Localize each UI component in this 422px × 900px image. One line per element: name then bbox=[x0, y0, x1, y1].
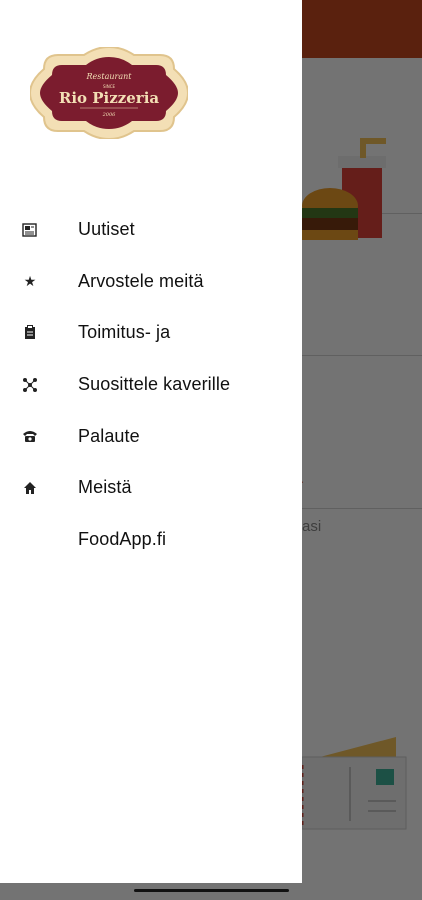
share-icon bbox=[22, 377, 38, 393]
menu-item-arvostele[interactable]: ★ Arvostele meitä bbox=[0, 256, 302, 308]
menu-item-label: Uutiset bbox=[78, 219, 135, 240]
newspaper-icon bbox=[22, 222, 38, 238]
home-indicator[interactable] bbox=[134, 889, 289, 892]
menu-item-label: Palaute bbox=[78, 425, 140, 446]
menu-item-uutiset[interactable]: Uutiset bbox=[0, 204, 302, 256]
menu-item-label: FoodApp.fi bbox=[78, 528, 167, 549]
drawer-menu: Uutiset ★ Arvostele meitä Toimitus- ja S… bbox=[0, 204, 302, 565]
menu-item-label: Meistä bbox=[78, 477, 132, 498]
menu-item-suosittele[interactable]: Suosittele kaverille bbox=[0, 359, 302, 411]
rio-pizzeria-logo: Restaurant SINCE Rio Pizzeria 2006 bbox=[30, 47, 188, 139]
star-icon: ★ bbox=[23, 272, 37, 289]
navigation-drawer: Restaurant SINCE Rio Pizzeria 2006 Uutis… bbox=[0, 0, 302, 883]
menu-item-label: Toimitus- ja bbox=[78, 322, 171, 343]
logo-restaurant-text: Restaurant bbox=[86, 72, 133, 81]
menu-item-label: Suosittele kaverille bbox=[78, 374, 231, 395]
logo-year-text: 2006 bbox=[102, 112, 117, 118]
menu-item-foodapp[interactable]: FoodApp.fi bbox=[0, 514, 302, 566]
logo-name-text: Rio Pizzeria bbox=[59, 89, 160, 107]
phone-icon bbox=[22, 428, 38, 444]
menu-item-label: Arvostele meitä bbox=[78, 270, 204, 291]
menu-item-meista[interactable]: Meistä bbox=[0, 462, 302, 514]
menu-item-toimitus[interactable]: Toimitus- ja bbox=[0, 307, 302, 359]
menu-item-palaute[interactable]: Palaute bbox=[0, 410, 302, 462]
clipboard-icon bbox=[22, 325, 38, 341]
home-icon bbox=[22, 480, 38, 496]
